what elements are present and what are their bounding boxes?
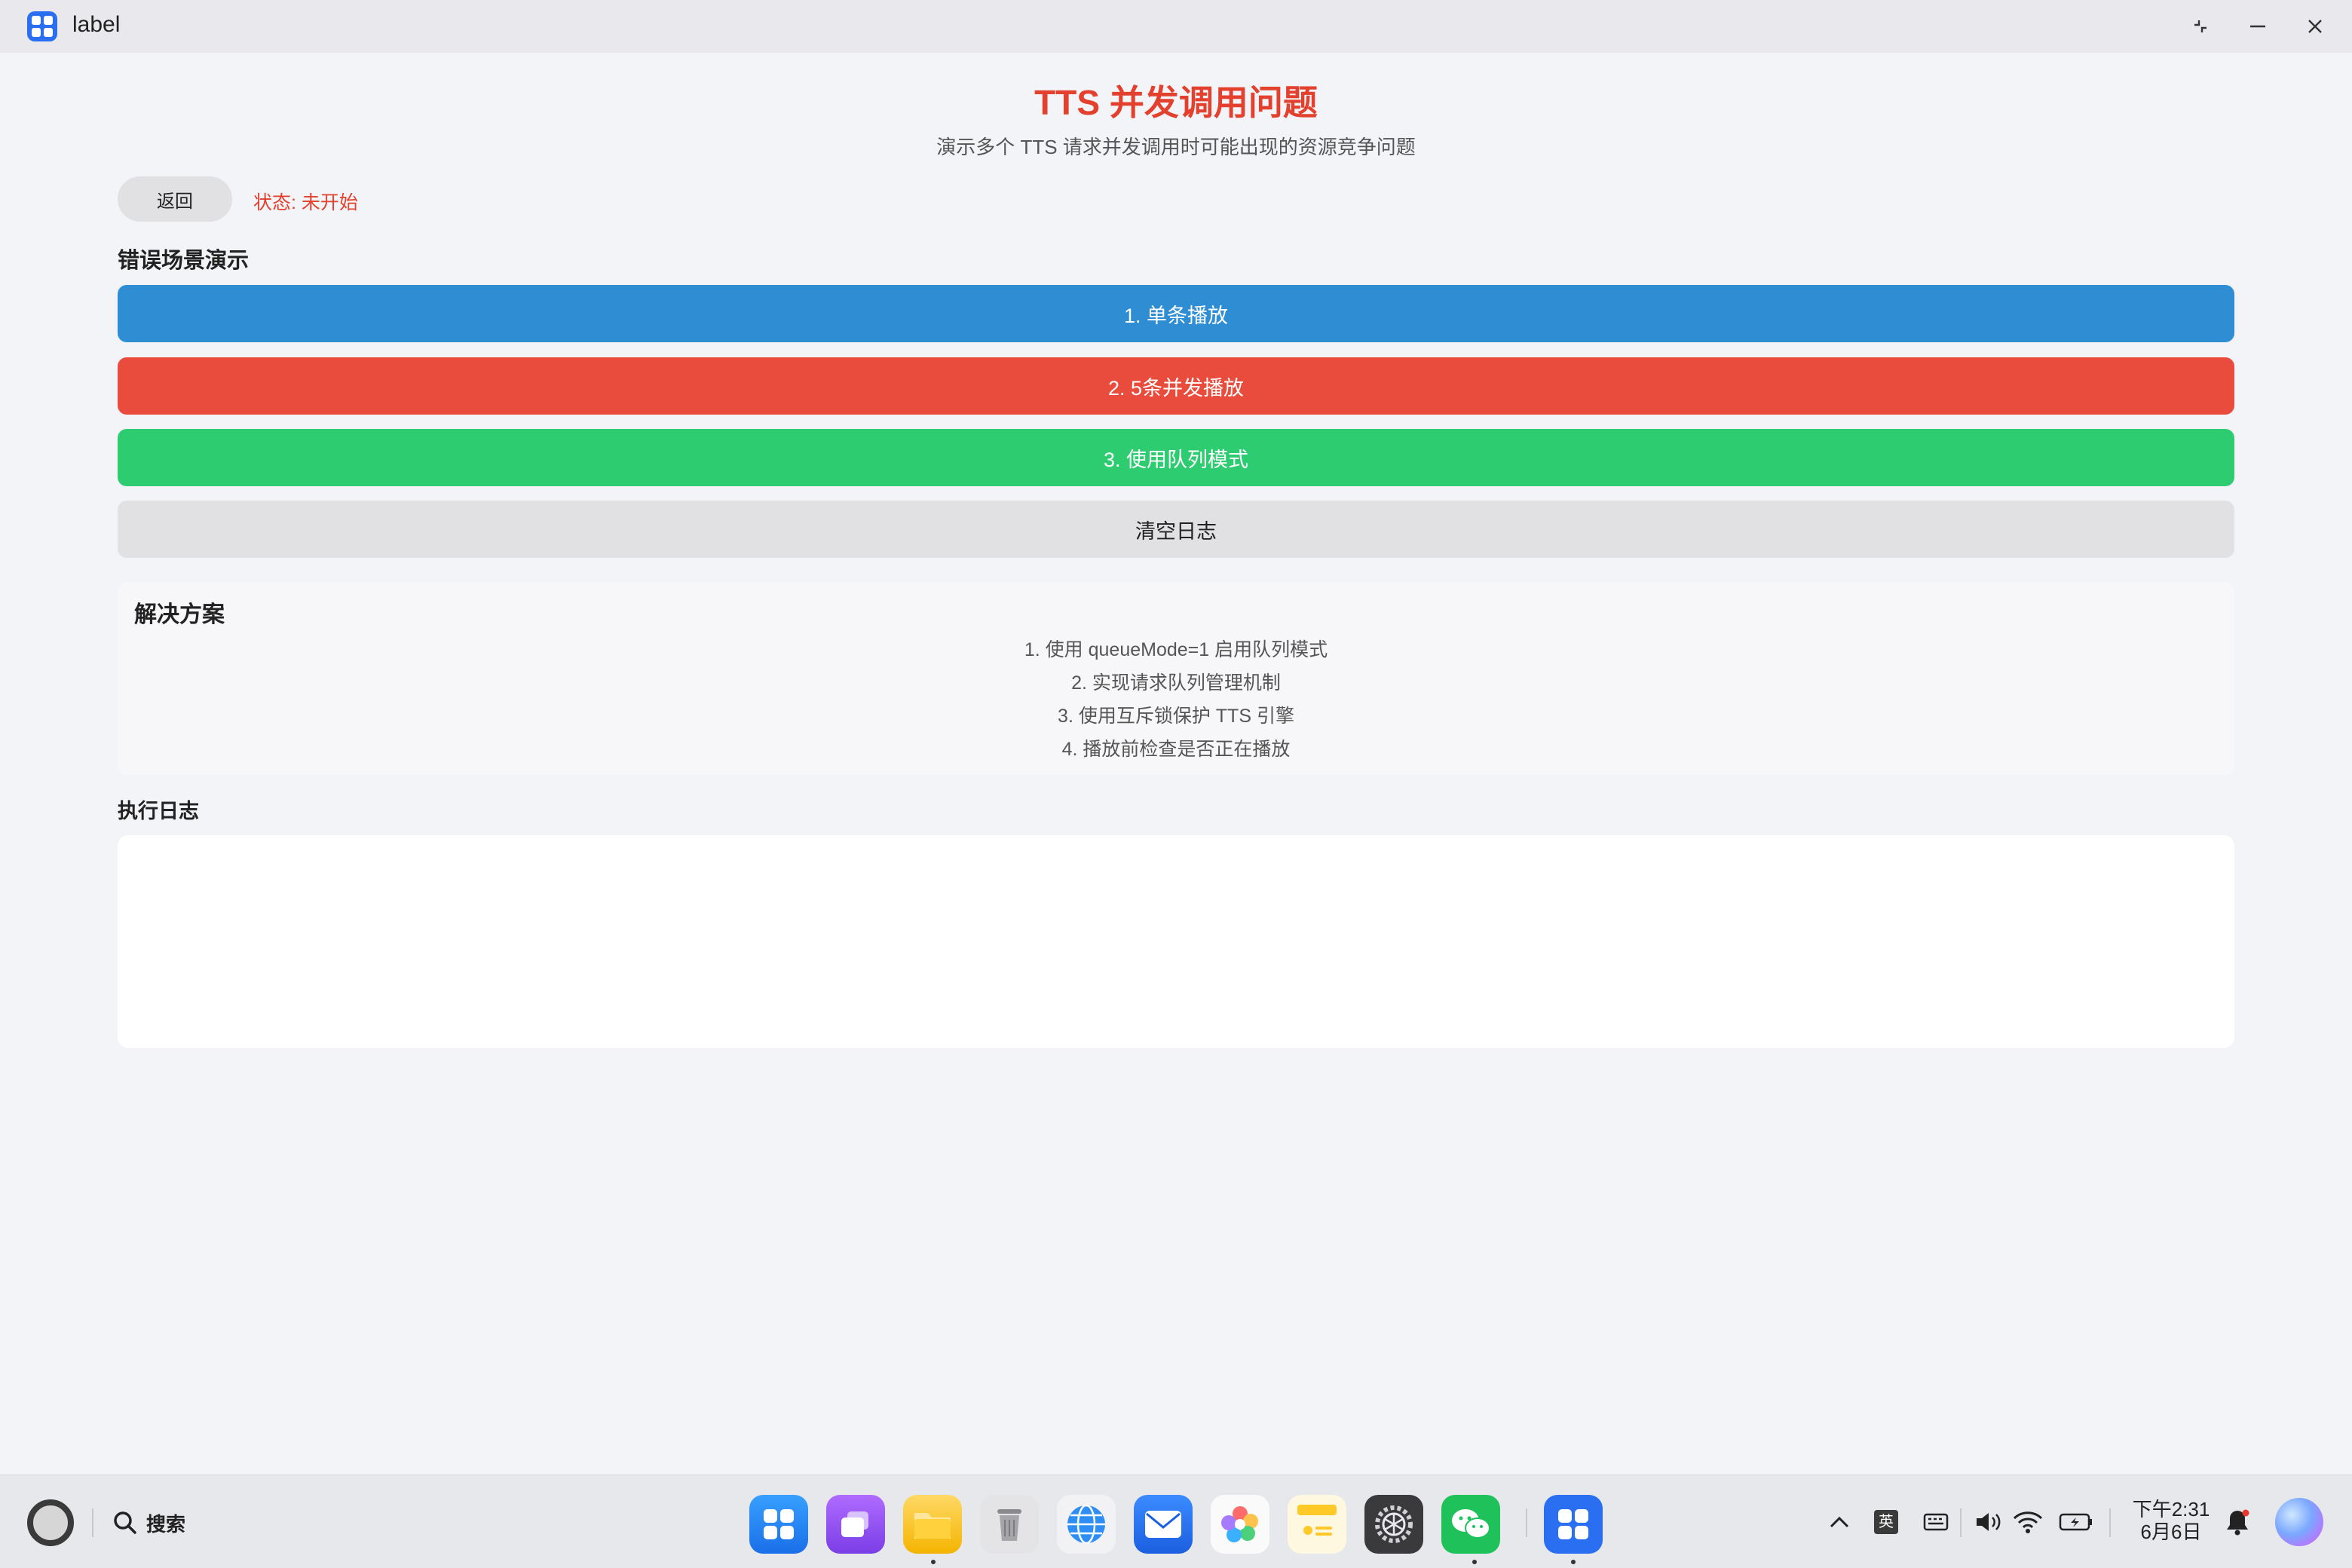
status-text: 状态: 未开始 [253, 192, 358, 213]
multitask-icon[interactable] [826, 1495, 885, 1554]
wechat-icon[interactable] [1441, 1495, 1500, 1554]
clock[interactable]: 下午2:31 6月6日 [2126, 1498, 2216, 1543]
solution-title: 解决方案 [134, 602, 225, 627]
single-play-button[interactable]: 1. 单条播放 [118, 285, 2234, 342]
scenario-section-title: 错误场景演示 [118, 249, 250, 273]
taskbar-search[interactable]: 搜索 [112, 1505, 185, 1540]
start-button[interactable] [27, 1499, 74, 1546]
solution-panel: 解决方案 1. 使用 queueMode=1 启用队列模式 2. 实现请求队列管… [118, 582, 2234, 775]
chevron-up-icon[interactable] [1824, 1502, 1854, 1542]
keyboard-icon[interactable] [1921, 1502, 1951, 1542]
label-app-icon[interactable] [1544, 1495, 1603, 1554]
solution-item: 2. 实现请求队列管理机制 [1071, 672, 1281, 694]
clear-log-button[interactable]: 清空日志 [118, 501, 2234, 558]
taskbar-divider [2109, 1508, 2111, 1537]
assistant-orb-icon[interactable] [2275, 1498, 2323, 1546]
clock-date: 6月6日 [2140, 1521, 2202, 1543]
bell-icon[interactable] [2222, 1502, 2252, 1542]
solution-item: 1. 使用 queueMode=1 启用队列模式 [1024, 639, 1328, 660]
taskbar-divider [92, 1508, 93, 1537]
solution-item: 4. 播放前检查是否正在播放 [1061, 739, 1291, 760]
running-indicator [1472, 1560, 1477, 1564]
app-icon [27, 11, 57, 41]
search-label: 搜索 [146, 1512, 186, 1536]
wifi-icon[interactable] [2011, 1502, 2044, 1542]
page-title: TTS 并发调用问题 [1034, 83, 1318, 122]
browser-icon[interactable] [1057, 1495, 1116, 1554]
title-bar: label [0, 0, 2352, 53]
log-output [118, 835, 2234, 1048]
battery-icon[interactable] [2058, 1502, 2094, 1542]
back-button[interactable]: 返回 [118, 176, 232, 222]
settings-icon[interactable] [1364, 1495, 1423, 1554]
queue-mode-button[interactable]: 3. 使用队列模式 [118, 429, 2234, 486]
trash-icon[interactable] [980, 1495, 1039, 1554]
concurrent-play-button[interactable]: 2. 5条并发播放 [118, 357, 2234, 415]
ime-label: 英 [1874, 1510, 1898, 1534]
clock-time: 下午2:31 [2132, 1498, 2210, 1521]
mail-icon[interactable] [1134, 1495, 1193, 1554]
app-center-icon[interactable] [749, 1495, 808, 1554]
solution-list: 1. 使用 queueMode=1 启用队列模式 2. 实现请求队列管理机制 3… [118, 633, 2234, 766]
running-indicator [931, 1560, 936, 1564]
ime-indicator[interactable]: 英 [1873, 1502, 1900, 1542]
page-subtitle: 演示多个 TTS 请求并发调用时可能出现的资源竞争问题 [936, 136, 1416, 158]
restore-icon[interactable] [2182, 8, 2219, 45]
notes-icon[interactable] [1288, 1495, 1346, 1554]
running-indicator [1571, 1560, 1576, 1564]
minimize-icon[interactable] [2239, 8, 2277, 45]
log-section-title: 执行日志 [118, 800, 199, 822]
close-icon[interactable] [2296, 8, 2334, 45]
taskbar-divider [1960, 1508, 1962, 1537]
taskbar: 搜索 英 下午2:31 6月6日 [0, 1475, 2352, 1568]
search-icon [114, 1511, 136, 1534]
window-title: label [72, 12, 121, 37]
volume-icon[interactable] [1972, 1502, 2005, 1542]
gallery-icon[interactable] [1211, 1495, 1269, 1554]
files-icon[interactable] [903, 1495, 962, 1554]
solution-item: 3. 使用互斥锁保护 TTS 引擎 [1058, 706, 1294, 727]
taskbar-divider [1526, 1508, 1527, 1537]
